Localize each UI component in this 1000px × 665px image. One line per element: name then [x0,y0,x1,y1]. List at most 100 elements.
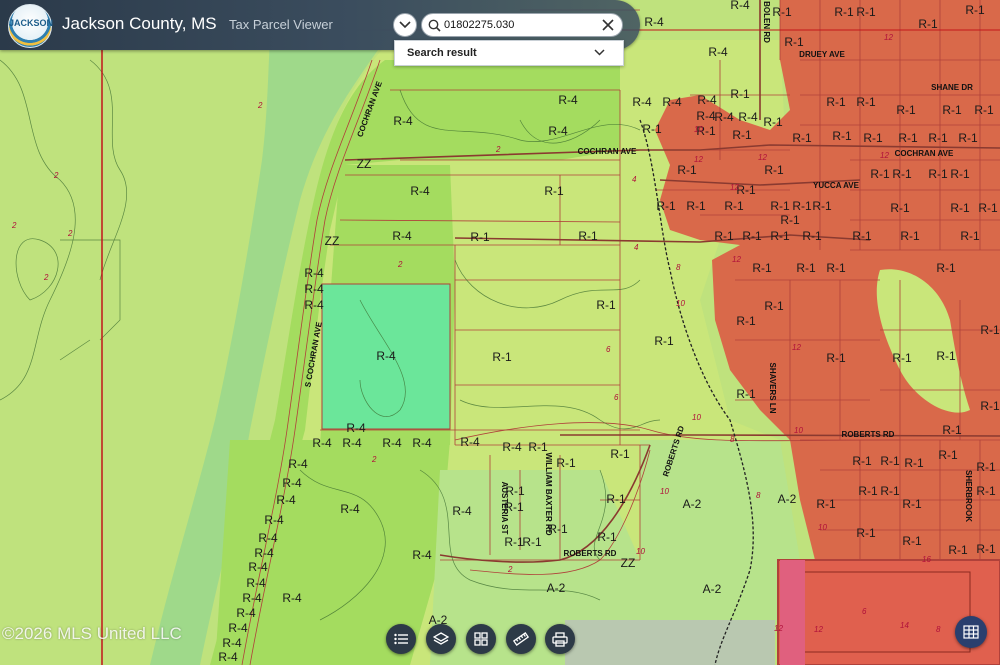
zone-label-r1: R-1 [852,454,872,468]
zone-label-r1: R-1 [642,122,662,136]
zone-label-r1: R-1 [597,530,617,544]
road-label-cochran-ave-east: COCHRAN AVE [895,149,954,158]
contour-label: 12 [814,625,823,634]
zone-label-r4: R-4 [304,282,324,296]
zone-label-r4: R-4 [264,513,284,527]
zone-label-r1: R-1 [938,448,958,462]
zone-label-r1: R-1 [965,3,985,17]
zone-label-r1: R-1 [544,184,564,198]
zone-label-r1: R-1 [936,349,956,363]
copyright-watermark: ©2026 MLS United LLC [2,624,182,643]
close-icon[interactable] [602,19,614,31]
zone-label-r1: R-1 [976,542,996,556]
search-input[interactable] [444,17,594,33]
zone-label-r1: R-1 [505,484,525,498]
contour-label: 12 [732,255,741,264]
zone-label-r1: R-1 [948,543,968,557]
zone-label-r4: R-4 [248,560,268,574]
zone-label-zz: ZZ [357,157,372,171]
zone-label-r4: R-4 [410,184,430,198]
basemap-button[interactable] [466,624,496,654]
search-icon [428,19,441,32]
attribute-table-button[interactable] [955,616,987,648]
zone-label-r1: R-1 [736,387,756,401]
app-subtitle: Tax Parcel Viewer [229,17,333,32]
measure-icon [513,632,529,646]
contour-label: 2 [397,260,403,269]
zone-label-r4: R-4 [276,493,296,507]
contour-label: 4 [632,175,637,184]
zone-label-r1: R-1 [528,440,548,454]
zone-label-r4: R-4 [222,636,242,650]
print-button[interactable] [545,624,575,654]
contour-label: 10 [692,413,701,422]
road-label-roberts-rd-east: ROBERTS RD [842,430,895,439]
contour-label: 4 [634,243,639,252]
zone-label-r4: R-4 [304,266,324,280]
zone-label-r4: R-4 [236,606,256,620]
zone-label-r1: R-1 [890,201,910,215]
contour-label: 2 [507,565,513,574]
contour-label: 8 [936,625,941,634]
zone-label-r1: R-1 [928,131,948,145]
zone-label-r1: R-1 [796,261,816,275]
zone-label-r1: R-1 [856,5,876,19]
zone-label-r1: R-1 [654,334,674,348]
zone-label-r1: R-1 [902,497,922,511]
zone-label-r4: R-4 [340,502,360,516]
zone-label-r4: R-4 [714,110,734,124]
zone-label-r1: R-1 [852,229,872,243]
zone-label-r1: R-1 [802,229,822,243]
zone-label-r4: R-4 [697,93,717,107]
contour-label: 6 [606,345,611,354]
zone-label-r1: R-1 [792,199,812,213]
contour-label: 12 [884,33,893,42]
zone-label-r4: R-4 [392,229,412,243]
zone-label-r1: R-1 [784,35,804,49]
zone-label-r1: R-1 [834,5,854,19]
search-result-dropdown[interactable]: Search result [394,40,624,66]
road-label-druey-ave: DRUEY AVE [799,50,845,59]
contour-label: 2 [371,455,377,464]
county-logo[interactable]: JACKSON [8,4,53,48]
layers-button[interactable] [426,624,456,654]
zone-label-r1: R-1 [677,163,697,177]
search-options-button[interactable] [393,13,417,37]
contour-label: 12 [694,155,703,164]
chevron-down-icon [399,21,411,29]
zone-label-r1: R-1 [770,199,790,213]
contour-label: 2 [53,171,59,180]
layers-icon [433,631,449,645]
zone-label-r1: R-1 [826,261,846,275]
zone-label-r1: R-1 [880,454,900,468]
zone-label-r1: R-1 [950,201,970,215]
zone-label-r1: R-1 [470,230,490,244]
commercial-block-area [777,559,1000,665]
zone-label-r1: R-1 [856,95,876,109]
zone-label-r1: R-1 [826,95,846,109]
legend-button[interactable] [386,624,416,654]
zone-label-r1: R-1 [900,229,920,243]
zone-label-r1: R-1 [714,229,734,243]
zone-label-r1: R-1 [764,163,784,177]
zone-label-r1: R-1 [764,299,784,313]
measure-button[interactable] [506,624,536,654]
zone-label-r1: R-1 [763,115,783,129]
road-label-shane-dr: SHANE DR [931,83,973,92]
list-icon [394,633,408,645]
map-canvas[interactable]: COCHRAN AVE COCHRAN AVE COCHRAN AVE S CO… [0,0,1000,665]
zone-label-r1: R-1 [958,131,978,145]
zone-label-r1: R-1 [548,522,568,536]
chevron-down-icon [594,49,605,56]
contour-label: 12 [792,343,801,352]
search-result-label: Search result [407,47,477,59]
zone-label-r4: R-4 [644,15,664,29]
zone-label-r1: R-1 [942,103,962,117]
zone-label-r4: R-4 [460,435,480,449]
zone-label-r1: R-4 [730,0,750,12]
zone-label-r4: R-4 [218,650,238,664]
zone-label-r4: R-4 [502,440,522,454]
zone-label-r1: R-1 [578,229,598,243]
zone-label-r4: R-4 [708,45,728,59]
zone-label-r4: R-4 [258,531,278,545]
